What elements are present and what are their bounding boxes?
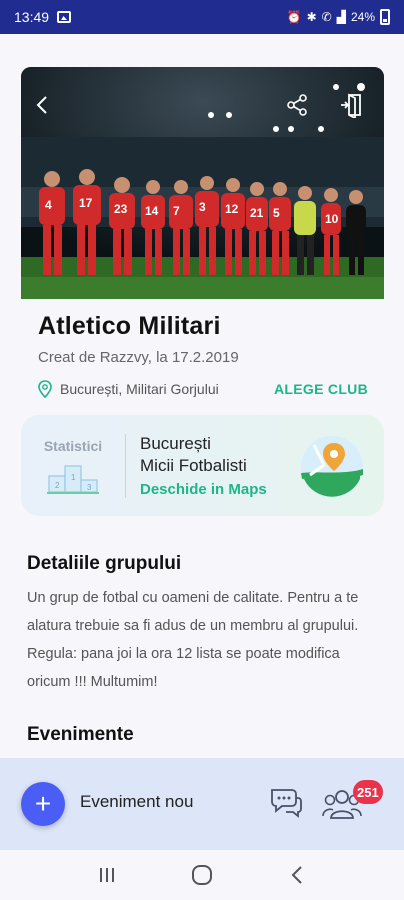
leave-group-button[interactable]: [334, 87, 370, 123]
club-name: Atletico Militari: [38, 312, 221, 340]
divider: [125, 433, 126, 498]
svg-text:3: 3: [199, 200, 206, 214]
events-title: Evenimente: [27, 724, 134, 745]
battery-icon: [380, 9, 390, 25]
podium-icon: 2 1 3: [47, 464, 99, 494]
gallery-notification-icon: [57, 11, 72, 23]
bottom-action-bar: + Eveniment nou 251: [0, 758, 404, 850]
share-icon: [287, 94, 307, 116]
call-icon: ✆: [321, 10, 332, 24]
alarm-icon: ⏰: [286, 10, 302, 24]
back-arrow-icon: [291, 866, 302, 884]
home-icon: [191, 865, 212, 885]
club-location: București, Militari Gorjului: [60, 381, 219, 397]
svg-text:5: 5: [273, 206, 280, 220]
home-button[interactable]: [182, 855, 222, 895]
share-button[interactable]: [279, 87, 315, 123]
svg-text:4: 4: [45, 198, 52, 212]
system-back-button[interactable]: [277, 855, 317, 895]
svg-text:2: 2: [55, 481, 60, 490]
recent-apps-button[interactable]: [87, 855, 127, 895]
svg-text:21: 21: [250, 206, 264, 220]
add-event-button[interactable]: +: [21, 782, 65, 826]
svg-text:23: 23: [114, 202, 128, 216]
club-info: Atletico Militari Creat de Razzvy, la 17…: [38, 312, 378, 398]
open-in-maps-link[interactable]: Deschide in Maps: [140, 481, 267, 498]
location-pin-icon: [38, 380, 52, 398]
exit-door-icon: [341, 93, 361, 118]
chat-icon: [271, 789, 302, 818]
svg-text:14: 14: [145, 204, 159, 218]
status-bar: 13:49 ⏰ ✱ ✆ ▟ 24%: [0, 0, 404, 34]
statistics-button[interactable]: Statistici 2 1 3: [21, 415, 125, 516]
chat-button[interactable]: [268, 784, 304, 820]
group-details-title: Detaliile grupului: [27, 553, 182, 574]
svg-text:17: 17: [79, 196, 93, 210]
svg-text:1: 1: [71, 473, 76, 482]
status-time: 13:49: [14, 9, 50, 25]
svg-text:3: 3: [87, 483, 92, 492]
chevron-left-icon: [36, 96, 47, 114]
svg-text:10: 10: [325, 212, 339, 226]
choose-club-button[interactable]: ALEGE CLUB: [274, 381, 368, 397]
back-button[interactable]: [25, 87, 61, 123]
map-card[interactable]: Statistici 2 1 3 București Micii Fotbali…: [21, 415, 384, 516]
svg-text:12: 12: [225, 202, 239, 216]
svg-text:7: 7: [173, 204, 180, 218]
signal-icon: ▟: [336, 10, 346, 24]
map-pin-icon: [300, 435, 364, 499]
bluetooth-icon: ✱: [306, 10, 317, 24]
status-icons: ⏰ ✱ ✆ ▟ 24%: [287, 9, 390, 25]
map-city: București: [140, 434, 211, 453]
battery-percent: 24%: [350, 10, 375, 24]
club-created-info: Creat de Razzvy, la 17.2.2019: [38, 349, 239, 366]
recent-apps-icon: [100, 868, 115, 882]
statistics-label: Statistici: [43, 437, 103, 454]
plus-icon: +: [34, 788, 52, 819]
club-cover-image: 4 17 23 14 7 3 12 21 5 10: [21, 67, 384, 299]
group-description: Un grup de fotbal cu oameni de calitate.…: [27, 590, 359, 690]
members-count-badge: 251: [353, 780, 383, 804]
system-navigation-bar: [0, 850, 404, 900]
new-event-label[interactable]: Eveniment nou: [80, 792, 193, 812]
map-venue: Micii Fotbalisti: [140, 456, 247, 475]
stadium-team-photo: 4 17 23 14 7 3 12 21 5 10: [21, 67, 384, 299]
